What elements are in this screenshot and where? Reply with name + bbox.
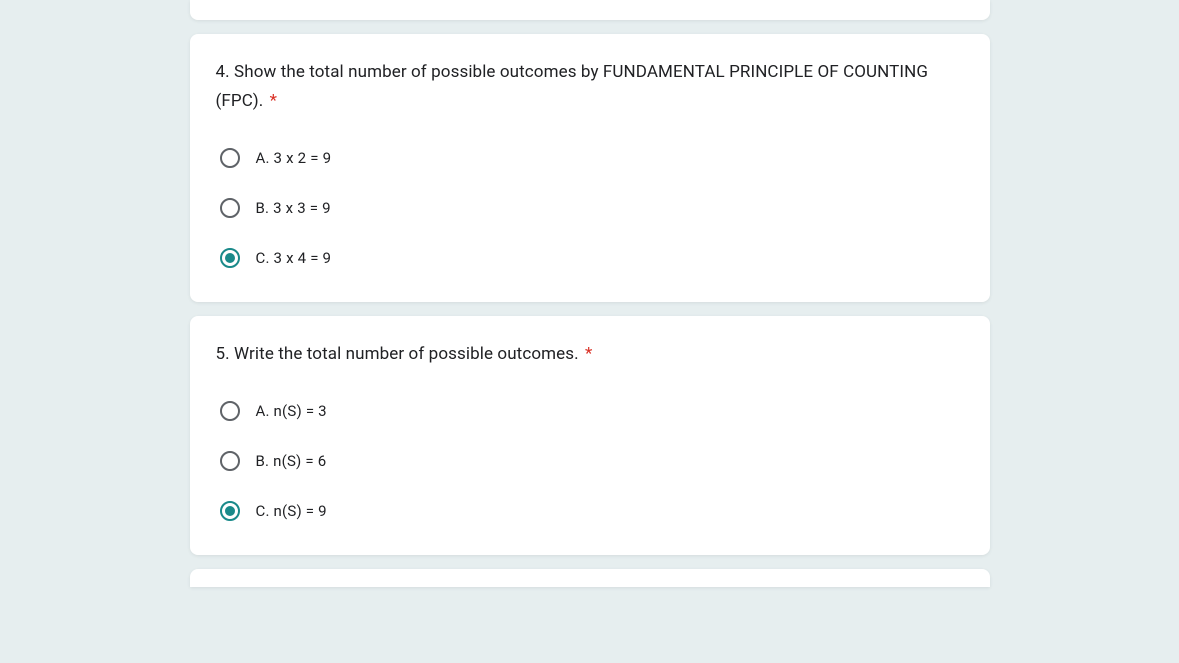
options-group: A. 3 x 2 = 9 B. 3 x 3 = 9 C. 3 x 4 = 9 bbox=[216, 142, 964, 274]
option-b[interactable]: B. 3 x 3 = 9 bbox=[220, 192, 964, 224]
radio-icon bbox=[220, 501, 240, 521]
required-asterisk: * bbox=[270, 91, 277, 111]
option-b[interactable]: B. n(S) = 6 bbox=[220, 445, 964, 477]
radio-icon bbox=[220, 148, 240, 168]
question-prompt-text: 4. Show the total number of possible out… bbox=[216, 62, 929, 111]
option-a[interactable]: A. n(S) = 3 bbox=[220, 395, 964, 427]
form-viewport: 4. Show the total number of possible out… bbox=[0, 0, 1179, 663]
radio-icon bbox=[220, 401, 240, 421]
options-group: A. n(S) = 3 B. n(S) = 6 C. n(S) = 9 bbox=[216, 395, 964, 527]
option-label: A. n(S) = 3 bbox=[256, 402, 327, 420]
option-label: B. 3 x 3 = 9 bbox=[256, 199, 331, 217]
question-prompt-text: 5. Write the total number of possible ou… bbox=[216, 344, 579, 364]
option-label: A. 3 x 2 = 9 bbox=[256, 149, 332, 167]
question-card-5: 5. Write the total number of possible ou… bbox=[190, 316, 990, 555]
radio-icon bbox=[220, 198, 240, 218]
question-prompt: 4. Show the total number of possible out… bbox=[216, 58, 964, 116]
radio-icon bbox=[220, 451, 240, 471]
option-c[interactable]: C. n(S) = 9 bbox=[220, 495, 964, 527]
question-card-4: 4. Show the total number of possible out… bbox=[190, 34, 990, 302]
option-label: C. n(S) = 9 bbox=[256, 502, 327, 520]
required-asterisk: * bbox=[585, 344, 592, 364]
question-card-partial-bottom bbox=[190, 569, 990, 587]
option-label: C. 3 x 4 = 9 bbox=[256, 249, 332, 267]
option-c[interactable]: C. 3 x 4 = 9 bbox=[220, 242, 964, 274]
question-card-partial-top bbox=[190, 0, 990, 20]
option-a[interactable]: A. 3 x 2 = 9 bbox=[220, 142, 964, 174]
radio-icon bbox=[220, 248, 240, 268]
option-label: B. n(S) = 6 bbox=[256, 452, 327, 470]
question-prompt: 5. Write the total number of possible ou… bbox=[216, 340, 964, 369]
